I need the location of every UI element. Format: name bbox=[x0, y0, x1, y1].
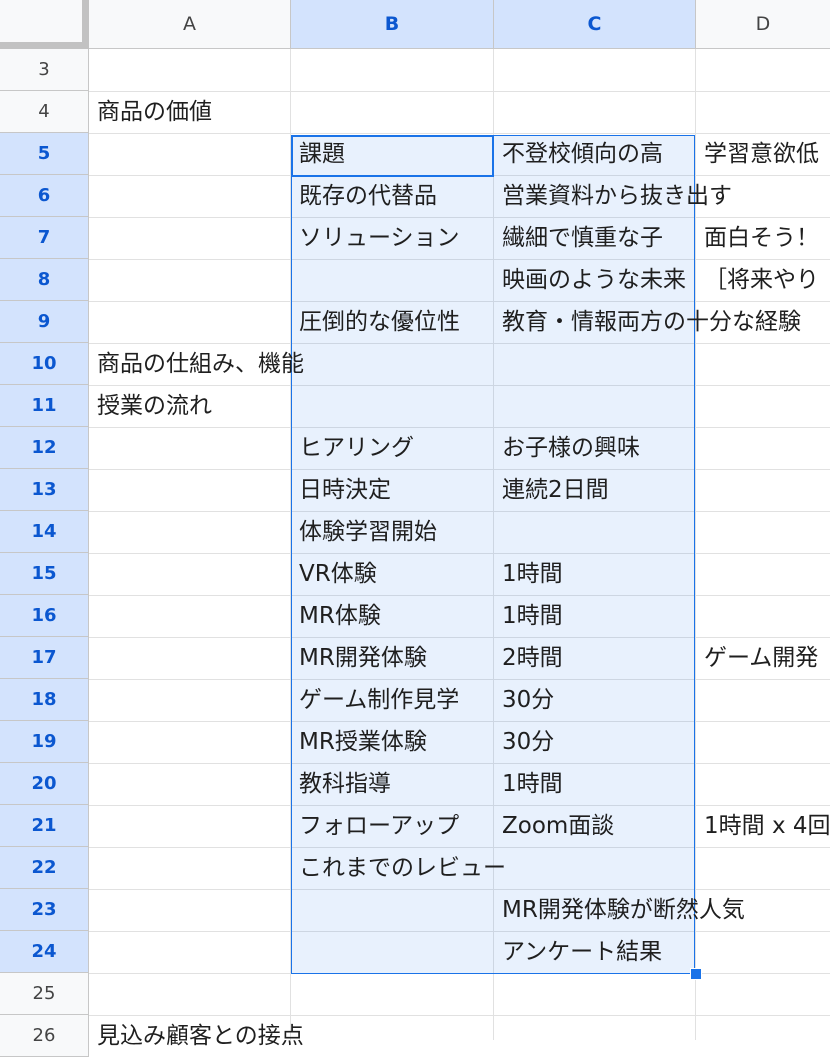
row-header-25[interactable]: 25 bbox=[0, 973, 89, 1015]
freeze-column-handle[interactable] bbox=[82, 0, 89, 44]
cell-d17[interactable]: ゲーム開発 bbox=[696, 637, 830, 679]
row-header-4[interactable]: 4 bbox=[0, 91, 89, 133]
row-header-5[interactable]: 5 bbox=[0, 133, 89, 175]
row-header-8[interactable]: 8 bbox=[0, 259, 89, 301]
cell-a26[interactable]: 見込み顧客との接点 bbox=[89, 1015, 304, 1057]
row-header-26[interactable]: 26 bbox=[0, 1015, 89, 1057]
column-header-c[interactable]: C bbox=[494, 0, 696, 49]
cell-c16[interactable]: 1時間 bbox=[494, 595, 696, 637]
cell-a11[interactable]: 授業の流れ bbox=[89, 385, 212, 427]
cell-c20[interactable]: 1時間 bbox=[494, 763, 696, 805]
cell-b14[interactable]: 体験学習開始 bbox=[291, 511, 494, 553]
row-header-16[interactable]: 16 bbox=[0, 595, 89, 637]
cell-b19[interactable]: MR授業体験 bbox=[291, 721, 494, 763]
row-header-20[interactable]: 20 bbox=[0, 763, 89, 805]
cell-c6[interactable]: 営業資料から抜き出す bbox=[494, 175, 732, 217]
row-header-11[interactable]: 11 bbox=[0, 385, 89, 427]
cell-c9[interactable]: 教育・情報両方の十分な経験 bbox=[494, 301, 830, 343]
cell-d7[interactable]: 面白そう！ bbox=[696, 217, 830, 259]
column-header-b[interactable]: B bbox=[291, 0, 494, 49]
row-header-9[interactable]: 9 bbox=[0, 301, 89, 343]
cell-b18[interactable]: ゲーム制作見学 bbox=[291, 679, 494, 721]
row-header-21[interactable]: 21 bbox=[0, 805, 89, 847]
cell-b15[interactable]: VR体験 bbox=[291, 553, 494, 595]
column-header-d[interactable]: D bbox=[696, 0, 830, 49]
row-header-24[interactable]: 24 bbox=[0, 931, 89, 973]
cell-b22[interactable]: これまでのレビュー bbox=[291, 847, 696, 889]
cell-c13[interactable]: 連続2日間 bbox=[494, 469, 696, 511]
cell-c7[interactable]: 繊細で慎重な子 bbox=[494, 217, 696, 259]
cell-b12[interactable]: ヒアリング bbox=[291, 427, 494, 469]
row-header-18[interactable]: 18 bbox=[0, 679, 89, 721]
cell-c15[interactable]: 1時間 bbox=[494, 553, 696, 595]
cell-c23[interactable]: MR開発体験が断然人気 bbox=[494, 889, 830, 931]
row-header-7[interactable]: 7 bbox=[0, 217, 89, 259]
row-header-15[interactable]: 15 bbox=[0, 553, 89, 595]
cell-c21[interactable]: Zoom面談 bbox=[494, 805, 696, 847]
cell-c5[interactable]: 不登校傾向の高 bbox=[494, 133, 696, 175]
cell-b21[interactable]: フォローアップ bbox=[291, 805, 494, 847]
cell-c18[interactable]: 30分 bbox=[494, 679, 696, 721]
row-header-3[interactable]: 3 bbox=[0, 49, 89, 91]
cell-c24[interactable]: アンケート結果 bbox=[494, 931, 696, 973]
row-header-17[interactable]: 17 bbox=[0, 637, 89, 679]
active-cell-border bbox=[291, 135, 494, 177]
cell-b6[interactable]: 既存の代替品 bbox=[291, 175, 494, 217]
row-header-14[interactable]: 14 bbox=[0, 511, 89, 553]
row-header-6[interactable]: 6 bbox=[0, 175, 89, 217]
cell-a10[interactable]: 商品の仕組み、機能 bbox=[89, 343, 304, 385]
cell-b16[interactable]: MR体験 bbox=[291, 595, 494, 637]
row-header-13[interactable]: 13 bbox=[0, 469, 89, 511]
cell-b7[interactable]: ソリューション bbox=[291, 217, 494, 259]
cell-b17[interactable]: MR開発体験 bbox=[291, 637, 494, 679]
row-header-10[interactable]: 10 bbox=[0, 343, 89, 385]
cell-c17[interactable]: 2時間 bbox=[494, 637, 696, 679]
cell-c12[interactable]: お子様の興味 bbox=[494, 427, 696, 469]
cell-c19[interactable]: 30分 bbox=[494, 721, 696, 763]
freeze-row-handle[interactable] bbox=[0, 42, 89, 49]
fill-handle[interactable] bbox=[690, 968, 702, 980]
cell-b13[interactable]: 日時決定 bbox=[291, 469, 494, 511]
row-header-12[interactable]: 12 bbox=[0, 427, 89, 469]
cell-b9[interactable]: 圧倒的な優位性 bbox=[291, 301, 494, 343]
cell-b20[interactable]: 教科指導 bbox=[291, 763, 494, 805]
cell-d5[interactable]: 学習意欲低 bbox=[696, 133, 830, 175]
select-all-corner[interactable] bbox=[0, 0, 89, 49]
row-header-23[interactable]: 23 bbox=[0, 889, 89, 931]
cell-a4[interactable]: 商品の価値 bbox=[89, 91, 212, 133]
row-header-22[interactable]: 22 bbox=[0, 847, 89, 889]
row-header-19[interactable]: 19 bbox=[0, 721, 89, 763]
cell-d21[interactable]: 1時間 x 4回 bbox=[696, 805, 830, 847]
cell-c8[interactable]: 映画のような未来 bbox=[494, 259, 696, 301]
column-header-a[interactable]: A bbox=[89, 0, 291, 49]
cell-d8[interactable]: ［将来やり bbox=[696, 259, 830, 301]
